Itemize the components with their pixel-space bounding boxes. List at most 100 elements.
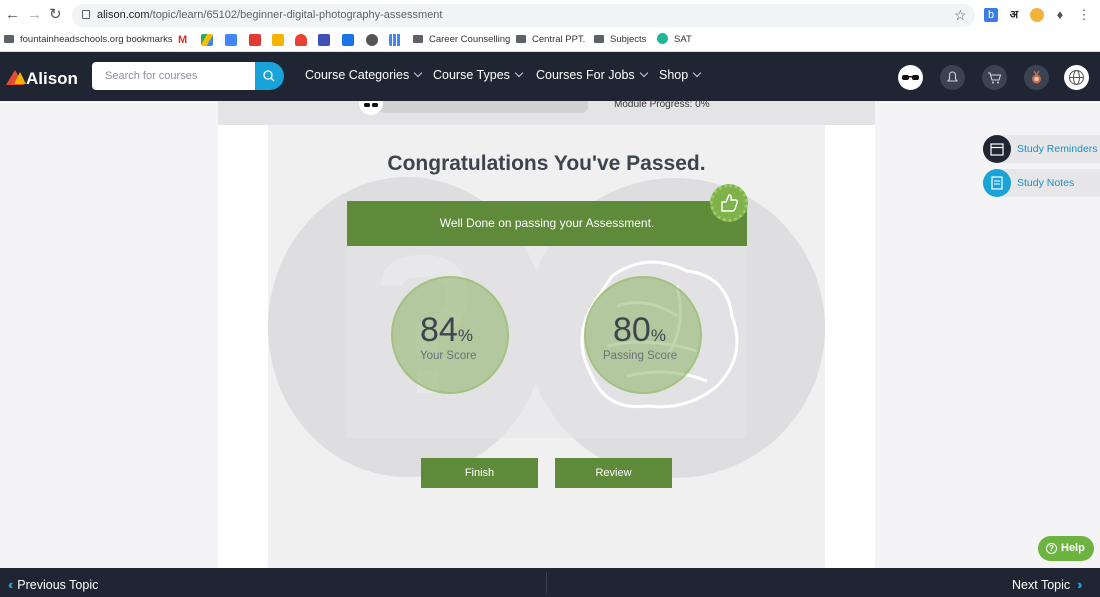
extensions-puzzle-icon[interactable]: ♦ — [1053, 8, 1067, 22]
extension-thumb-icon[interactable] — [1030, 8, 1044, 22]
site-header: Alison Course Categories Course Types Co… — [0, 52, 1100, 128]
alison-logo-accent — [14, 72, 26, 84]
passing-score-label: Passing Score — [603, 350, 678, 362]
topic-navigation-bar — [0, 568, 1100, 597]
bookmark-career-counselling[interactable]: Career Counselling — [413, 33, 510, 47]
medal-icon — [1032, 70, 1041, 84]
study-reminders-label: Study Reminders — [1017, 143, 1098, 155]
cart-icon — [988, 72, 1002, 84]
success-banner-text: Well Done on passing your Assessment. — [439, 216, 655, 230]
next-topic-button[interactable]: Next Topic ›› — [1012, 578, 1083, 592]
folder-icon — [516, 35, 526, 43]
web-icon[interactable] — [366, 34, 378, 46]
logo-text[interactable]: Alison — [26, 69, 78, 89]
module-progress-track — [378, 101, 588, 113]
user-avatar[interactable] — [898, 65, 923, 90]
footer-divider — [546, 572, 547, 594]
sat-icon — [657, 33, 668, 44]
achievements-button[interactable] — [1024, 65, 1049, 90]
docs-icon[interactable] — [225, 34, 237, 46]
youtube-icon[interactable] — [249, 34, 261, 46]
help-button[interactable]: ? Help — [1038, 536, 1094, 561]
module-progress-label: Module Progress: 0% — [614, 99, 710, 110]
sunglasses-icon — [902, 75, 919, 80]
notes-icon — [983, 169, 1011, 197]
folder-icon — [594, 35, 604, 43]
slides-icon[interactable] — [272, 34, 284, 46]
result-title: Congratulations You've Passed. — [387, 152, 706, 175]
reload-icon[interactable]: ↻ — [49, 7, 62, 23]
photos-icon[interactable] — [295, 34, 307, 46]
chevron-down-icon — [692, 68, 702, 78]
extension-b-icon[interactable]: b — [984, 8, 998, 22]
folder-icon — [4, 35, 14, 43]
study-notes-button[interactable]: Study Notes — [983, 169, 1100, 197]
double-chevron-right-icon: ›› — [1077, 578, 1083, 592]
study-notes-label: Study Notes — [1017, 177, 1075, 189]
gmail-icon[interactable]: M — [178, 34, 190, 46]
finish-button[interactable]: Finish — [421, 458, 538, 488]
url-path: /topic/learn/65102/beginner-digital-phot… — [149, 9, 443, 21]
bookmark-label: Central PPT. — [532, 34, 586, 45]
left-margin — [0, 101, 218, 568]
back-icon[interactable]: ← — [5, 7, 20, 23]
globe-icon — [1069, 70, 1084, 85]
bookmark-central-ppt[interactable]: Central PPT. — [516, 33, 585, 47]
bookmark-sat[interactable]: SAT — [657, 33, 692, 47]
notifications-button[interactable] — [940, 65, 965, 90]
chevron-down-icon — [514, 68, 524, 78]
previous-topic-label: Previous Topic — [17, 578, 99, 592]
bell-icon — [946, 71, 959, 82]
passing-score-value: 80% — [613, 311, 666, 350]
bookmark-subjects[interactable]: Subjects — [594, 33, 646, 47]
url-host: alison.com — [97, 9, 150, 21]
your-score-value: 84% — [420, 311, 473, 350]
browser-toolbar: ← → ↻ alison.com/topic/learn/65102/begin… — [0, 0, 1100, 30]
forward-icon[interactable]: → — [27, 7, 42, 23]
help-icon: ? — [1046, 543, 1057, 554]
star-icon[interactable]: ☆ — [954, 7, 967, 23]
calendar-icon — [983, 135, 1011, 163]
progress-avatar — [359, 101, 383, 115]
menu-label: Shop — [659, 68, 689, 82]
bookmarks-bar: fountainheadschools.org bookmarks M Care… — [0, 30, 1100, 52]
percent-sign: % — [457, 326, 473, 345]
bookmark-apps[interactable]: fountainheadschools.org bookmarks — [4, 33, 173, 47]
classroom-icon[interactable] — [342, 34, 354, 46]
percent-sign: % — [650, 326, 666, 345]
browser-menu-icon[interactable]: ⋮ — [1077, 8, 1091, 22]
url-text[interactable]: alison.com/topic/learn/65102/beginner-di… — [97, 9, 442, 21]
sunglasses-icon — [364, 103, 378, 107]
chevron-down-icon — [413, 68, 423, 78]
folder-icon — [413, 35, 423, 43]
calendar-icon[interactable] — [318, 34, 330, 46]
menu-courses-for-jobs[interactable]: Courses For Jobs — [536, 68, 648, 82]
your-score-label: Your Score — [420, 350, 477, 362]
bookmark-label: SAT — [674, 34, 692, 45]
language-button[interactable] — [1064, 65, 1089, 90]
menu-label: Courses For Jobs — [536, 68, 635, 82]
drive-icon[interactable] — [201, 34, 213, 46]
study-reminders-button[interactable]: Study Reminders — [983, 135, 1100, 163]
previous-topic-button[interactable]: ‹‹ Previous Topic — [8, 578, 98, 592]
apps-grid-icon[interactable] — [389, 34, 401, 46]
search-button[interactable] — [255, 62, 284, 90]
chevron-down-icon — [639, 68, 648, 78]
search-input[interactable] — [92, 62, 256, 90]
cart-button[interactable] — [982, 65, 1007, 90]
bookmark-label: Career Counselling — [429, 34, 511, 45]
thumbs-up-icon — [721, 194, 739, 212]
bookmark-label: Subjects — [610, 34, 647, 45]
your-score-number: 84 — [420, 311, 458, 349]
menu-shop[interactable]: Shop — [659, 68, 702, 82]
extension-hindi-icon[interactable]: अ — [1007, 8, 1021, 22]
review-button[interactable]: Review — [555, 458, 672, 488]
menu-course-categories[interactable]: Course Categories — [305, 68, 423, 82]
next-topic-label: Next Topic — [1012, 578, 1071, 592]
passing-score-number: 80 — [613, 311, 651, 349]
menu-label: Course Types — [433, 68, 510, 82]
menu-label: Course Categories — [305, 68, 410, 82]
menu-course-types[interactable]: Course Types — [433, 68, 524, 82]
search-icon — [263, 70, 275, 82]
thumbs-up-badge — [710, 184, 748, 222]
